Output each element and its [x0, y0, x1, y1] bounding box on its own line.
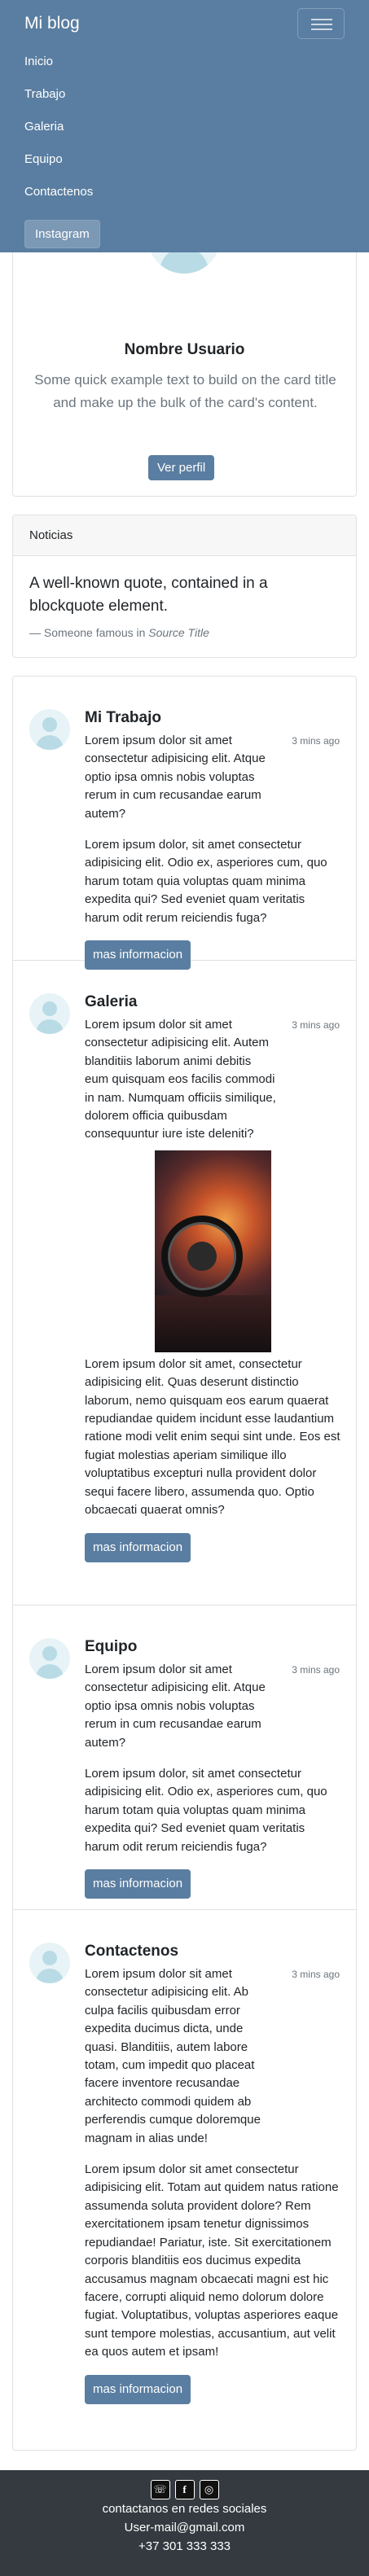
post-paragraph: Lorem ipsum dolor sit amet consectetur a… [85, 1663, 266, 1750]
navbar: Mi blog Inicio Trabajo Galeria Equipo Co… [0, 0, 369, 252]
post-avatar [29, 993, 70, 1034]
news-footer-prefix: — Someone famous in [29, 626, 149, 639]
post-body: Lorem ipsum dolor sit amet consectetur a… [85, 732, 341, 970]
whatsapp-icon[interactable]: ☏ [150, 2480, 170, 2499]
instagram-icon[interactable]: ◎ [199, 2480, 219, 2499]
nav-link-trabajo[interactable]: Trabajo [24, 87, 65, 101]
post-paragraph: Lorem ipsum dolor, sit amet consectetur … [85, 1767, 327, 1854]
post-paragraph: Lorem ipsum dolor sit amet consectetur a… [85, 1018, 276, 1141]
post-paragraph: Lorem ipsum dolor sit amet consectetur a… [85, 1967, 261, 2145]
post-title: Galeria [85, 993, 138, 1010]
site-footer: ☏ f ◎ contactanos en redes sociales User… [0, 2470, 369, 2576]
footer-social-text: contactanos en redes sociales [102, 2502, 267, 2516]
post-title: Equipo [85, 1638, 138, 1655]
news-header: Noticias [13, 515, 356, 556]
post-paragraph: Lorem ipsum dolor sit amet consectetur a… [85, 734, 266, 821]
post-title: Contactenos [85, 1943, 179, 1960]
news-source-title: Source Title [148, 626, 209, 639]
post-avatar [29, 709, 70, 750]
profile-name: Nombre Usuario [124, 341, 245, 358]
navbar-toggler-icon[interactable] [297, 8, 345, 39]
post-equipo: Equipo 3 mins ago Lorem ipsum dolor sit … [13, 1606, 356, 1910]
motorcycle-photo [155, 1150, 271, 1352]
post-paragraph: Lorem ipsum dolor sit amet, consectetur … [85, 1356, 340, 1518]
nav-links: Inicio Trabajo Galeria Equipo Contacteno… [24, 46, 345, 208]
footer-phone: +37 301 333 333 [138, 2539, 231, 2553]
facebook-icon[interactable]: f [174, 2480, 195, 2499]
footer-email: User-mail@gmail.com [124, 2521, 245, 2534]
post-avatar [29, 1638, 70, 1679]
posts-list: Mi Trabajo 3 mins ago Lorem ipsum dolor … [12, 676, 357, 2451]
post-paragraph: Lorem ipsum dolor sit amet consectetur a… [85, 2162, 339, 2359]
more-info-button[interactable]: mas informacion [85, 2374, 191, 2404]
social-icons: ☏ f ◎ [0, 2470, 369, 2499]
profile-text: Some quick example text to build on the … [34, 372, 336, 410]
post-body: Lorem ipsum dolor sit amet consectetur a… [85, 1965, 341, 2404]
news-card: Noticias A well-known quote, contained i… [12, 515, 357, 658]
post-avatar [29, 1943, 70, 1983]
post-mi-trabajo: Mi Trabajo 3 mins ago Lorem ipsum dolor … [13, 677, 356, 970]
instagram-button[interactable]: Instagram [24, 220, 100, 248]
news-footer: — Someone famous in Source Title [13, 618, 356, 639]
nav-link-galeria[interactable]: Galeria [24, 120, 64, 134]
more-info-button[interactable]: mas informacion [85, 1869, 191, 1899]
post-galeria: Galeria 3 mins ago Lorem ipsum dolor sit… [13, 961, 356, 1606]
post-body: Lorem ipsum dolor sit amet consectetur a… [85, 1016, 341, 1562]
nav-link-equipo[interactable]: Equipo [24, 152, 63, 166]
news-quote: A well-known quote, contained in a block… [29, 575, 268, 615]
nav-link-inicio[interactable]: Inicio [24, 55, 53, 68]
view-profile-button[interactable]: Ver perfil [148, 455, 215, 480]
post-body: Lorem ipsum dolor sit amet consectetur a… [85, 1661, 341, 1899]
more-info-button[interactable]: mas informacion [85, 1532, 191, 1562]
post-contactenos: Contactenos 3 mins ago Lorem ipsum dolor… [13, 1910, 356, 2450]
post-paragraph: Lorem ipsum dolor, sit amet consectetur … [85, 838, 327, 925]
nav-link-contactenos[interactable]: Contactenos [24, 185, 93, 199]
post-title: Mi Trabajo [85, 709, 161, 726]
navbar-brand[interactable]: Mi blog [24, 11, 80, 36]
